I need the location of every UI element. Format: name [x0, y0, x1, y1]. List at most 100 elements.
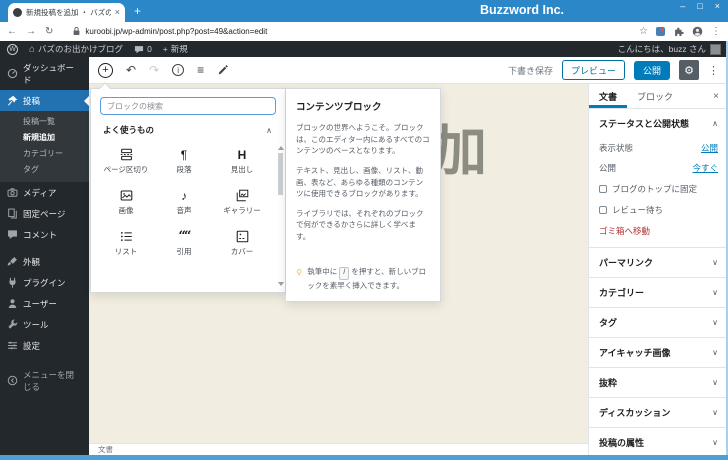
content-structure-button[interactable]: i: [172, 64, 185, 76]
panel-title: タグ: [599, 318, 618, 328]
edit-mode-pencil-icon[interactable]: [217, 64, 229, 76]
back-icon[interactable]: ←: [7, 26, 17, 37]
browser-tab[interactable]: 新規投稿を追加 ・ バズのお出かけブ ×: [8, 3, 125, 22]
block-quote[interactable]: ““ 引用: [155, 221, 213, 262]
comment-icon: [135, 45, 144, 53]
menu-item-plugins[interactable]: プラグイン: [0, 272, 89, 293]
move-to-trash-link[interactable]: ゴミ箱へ移動: [599, 225, 718, 237]
visibility-label: 表示状態: [599, 143, 634, 153]
panel-categories[interactable]: カテゴリー ∨: [589, 277, 728, 307]
menu-item-comments[interactable]: コメント: [0, 224, 89, 245]
user-avatar[interactable]: [710, 43, 721, 55]
address-bar[interactable]: kuroobi.jp/wp-admin/post.php?post=49&act…: [62, 26, 630, 37]
panel-permalink[interactable]: パーマリンク ∨: [589, 247, 728, 277]
tab-title: 新規投稿を追加 ・ バズのお出かけブ: [26, 8, 111, 17]
block-search-input[interactable]: [107, 101, 269, 111]
forward-icon[interactable]: →: [26, 26, 36, 37]
admin-bar-comments-link[interactable]: 0: [134, 44, 152, 54]
visibility-value-link[interactable]: 公開: [701, 142, 718, 154]
menu-item-tools[interactable]: ツール: [0, 314, 89, 335]
block-page-break[interactable]: ページ区切り: [97, 139, 155, 180]
block-inserter-button[interactable]: +: [98, 62, 113, 78]
close-settings-icon[interactable]: ×: [704, 91, 728, 102]
sticky-checkbox-label: ブログのトップに固定: [612, 184, 698, 194]
pending-review-checkbox[interactable]: [599, 206, 607, 214]
submenu-item-categories[interactable]: カテゴリー: [0, 145, 89, 161]
block-label: ギャラリー: [223, 206, 261, 215]
tab-block[interactable]: ブロック: [627, 84, 683, 108]
menu-item-media[interactable]: メディア: [0, 182, 89, 203]
block-cover[interactable]: カバー: [213, 221, 271, 262]
menu-item-pages[interactable]: 固定ページ: [0, 203, 89, 224]
publish-button[interactable]: 公開: [633, 60, 670, 80]
tab-close-icon[interactable]: ×: [115, 8, 120, 17]
admin-bar-new-link[interactable]: + 新規: [163, 43, 188, 55]
browser-menu-icon[interactable]: ⋮: [711, 26, 721, 37]
panel-title: 投稿の属性: [599, 438, 645, 448]
panel-tags[interactable]: タグ ∨: [589, 307, 728, 337]
submenu-item-add-new[interactable]: 新規追加: [0, 129, 89, 145]
block-label: ページ区切り: [103, 165, 149, 174]
admin-bar-greeting[interactable]: こんにちは、buzz さん: [618, 43, 706, 55]
chevron-down-icon: ∨: [712, 438, 718, 447]
block-navigation-button[interactable]: ≡: [197, 64, 204, 76]
submenu-item-tags[interactable]: タグ: [0, 161, 89, 177]
inserter-scrollbar[interactable]: [277, 146, 284, 286]
settings-gear-button[interactable]: ⚙: [679, 60, 699, 80]
tab-document[interactable]: 文書: [589, 84, 627, 108]
wp-logo-menu[interactable]: W: [7, 43, 18, 55]
profile-avatar-icon[interactable]: [692, 26, 703, 37]
block-paragraph[interactable]: ¶ 段落: [155, 139, 213, 180]
bookmark-star-icon[interactable]: ☆: [639, 26, 648, 37]
block-audio[interactable]: ♪ 音声: [155, 180, 213, 221]
block-label: 音声: [176, 206, 192, 215]
scroll-up-arrow[interactable]: [278, 146, 284, 150]
menu-label: 設定: [23, 340, 41, 351]
publish-date-link[interactable]: 今すぐ: [692, 162, 718, 174]
panel-title: ステータスと公開状態: [599, 119, 690, 129]
lightbulb-icon: [296, 269, 302, 276]
status-panel-header[interactable]: ステータスと公開状態 ∧: [589, 109, 728, 134]
preview-button[interactable]: プレビュー: [561, 60, 625, 80]
most-used-section-header[interactable]: よく使うもの ∧: [91, 120, 285, 136]
block-gallery[interactable]: ギャラリー: [213, 180, 271, 221]
window-close-button[interactable]: ×: [715, 1, 720, 11]
block-list[interactable]: リスト: [97, 221, 155, 262]
block-image[interactable]: 画像: [97, 180, 155, 221]
site-name: バズのお出かけブログ: [38, 44, 124, 54]
new-label: 新規: [170, 44, 188, 54]
submenu-item-all-posts[interactable]: 投稿一覧: [0, 113, 89, 129]
window-maximize-button[interactable]: □: [697, 1, 702, 11]
block-label: 画像: [118, 206, 134, 215]
panel-discussion[interactable]: ディスカッション ∨: [589, 397, 728, 427]
panel-title: 抜粋: [599, 378, 618, 388]
window-minimize-button[interactable]: –: [680, 1, 685, 11]
reload-icon[interactable]: ↻: [45, 26, 53, 37]
extensions-puzzle-icon[interactable]: [673, 26, 684, 37]
scroll-down-arrow[interactable]: [278, 282, 284, 286]
sticky-checkbox[interactable]: [599, 185, 607, 193]
menu-item-settings[interactable]: 設定: [0, 335, 89, 356]
panel-post-attributes[interactable]: 投稿の属性 ∨: [589, 427, 728, 457]
menu-item-collapse[interactable]: メニューを閉じる: [0, 364, 89, 397]
panel-featured-image[interactable]: アイキャッチ画像 ∨: [589, 337, 728, 367]
menu-item-posts[interactable]: 投稿: [0, 90, 89, 111]
admin-bar-site-link[interactable]: ⌂ バズのお出かけブログ: [29, 43, 123, 55]
chevron-down-icon: ∨: [712, 258, 718, 267]
block-search-box[interactable]: [100, 97, 276, 115]
panel-excerpt[interactable]: 抜粋 ∨: [589, 367, 728, 397]
new-tab-button[interactable]: +: [134, 4, 141, 18]
redo-button[interactable]: ↷: [149, 64, 159, 76]
section-title: よく使うもの: [103, 125, 155, 135]
save-draft-button[interactable]: 下書き保存: [508, 64, 553, 77]
scrollbar-thumb[interactable]: [278, 153, 283, 195]
undo-button[interactable]: ↶: [126, 64, 136, 76]
menu-item-dashboard[interactable]: ダッシュボード: [0, 57, 89, 90]
editor-options-menu[interactable]: ⋮: [708, 64, 719, 77]
menu-item-users[interactable]: ユーザー: [0, 293, 89, 314]
menu-item-appearance[interactable]: 外観: [0, 251, 89, 272]
block-heading[interactable]: H 見出し: [213, 139, 271, 180]
extension-icon[interactable]: [656, 27, 665, 36]
status-panel-body: 表示状態 公開 公開 今すぐ ブログのトップに固定 レビュー待ち ゴミ箱へ移動: [589, 142, 728, 247]
chevron-down-icon: ∨: [712, 378, 718, 387]
